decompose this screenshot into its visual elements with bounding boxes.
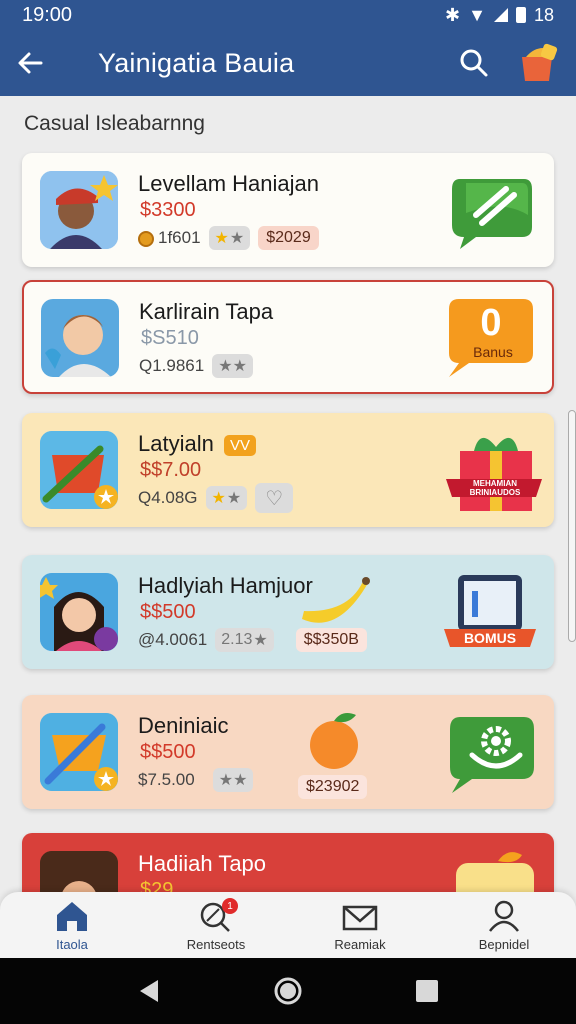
search-button[interactable] (446, 35, 502, 91)
notification-badge: 1 (222, 898, 238, 914)
game-card[interactable]: Levellam Haniajan $3300 1f601 ★ ★ $2029 (22, 153, 554, 267)
nav-label: Itaola (56, 936, 88, 952)
recents-square-icon[interactable] (414, 978, 440, 1004)
home-circle-icon[interactable] (273, 976, 303, 1006)
gift-box-icon: MEHAMIAN BRINIAUDOS (446, 437, 542, 511)
card-code: $7.5.00 (138, 770, 195, 789)
card-meta: 1f601 ★ ★ $2029 (138, 225, 319, 251)
back-button[interactable] (0, 30, 60, 96)
section-title: Casual Isleabarnng (24, 112, 205, 135)
nav-label: Bepnidel (478, 936, 530, 952)
avatar (41, 299, 119, 377)
bonus-badge-icon: 0 Banus (449, 299, 533, 377)
peach-icon (310, 713, 358, 769)
app-bar: Yainigatia Bauia (0, 30, 576, 96)
rating-stars: ★★ (205, 486, 248, 510)
level-badge: VV (223, 434, 256, 456)
card-code: Q1.9861 (139, 356, 205, 375)
bonus-number: 0 (480, 302, 501, 344)
page-title: Yainigatia Bauia (98, 47, 295, 78)
bonus-button[interactable]: 0 Banus (441, 293, 537, 383)
support-button[interactable] (442, 707, 538, 797)
battery-level: 18 (533, 4, 554, 25)
bottom-nav: Itaola 1 Rentseots Reamiak Bepnidel (0, 892, 576, 958)
play-button[interactable] (442, 165, 538, 255)
gift-label: MEHAMIAN BRINIAUDOS (469, 479, 521, 497)
shop-bag-button[interactable] (510, 35, 566, 91)
arrow-left-icon (18, 52, 43, 74)
heart-icon: ♡ (265, 487, 284, 510)
avatar (40, 573, 118, 651)
card-code: @4.0061 (138, 630, 208, 649)
card-title: Hadiiah Tapo (138, 851, 267, 876)
signal-icon (493, 8, 508, 22)
scrollbar[interactable] (568, 410, 576, 642)
nav-item-mail[interactable]: Reamiak (288, 892, 432, 958)
favorite-button[interactable]: ♡ (255, 483, 294, 513)
game-thumbnail (40, 431, 118, 509)
avatar (40, 171, 118, 249)
game-thumbnail (40, 713, 118, 791)
nav-label: Rentseots (186, 936, 246, 952)
bluetooth-icon: ✱ (445, 4, 461, 25)
rating-stars: ★★ (208, 226, 251, 250)
search-icon (460, 49, 488, 77)
settings-chat-icon (450, 717, 534, 793)
mail-icon (342, 905, 378, 930)
nav-item-home[interactable]: Itaola (0, 892, 144, 958)
coin-icon (138, 230, 154, 247)
price-chip: $$350B (295, 628, 367, 652)
status-bar: 19:00 ✱ ▼ 18 (0, 0, 576, 30)
status-icons: ✱ ▼ 18 (445, 5, 554, 26)
card-meta: Q4.08G ★ ★ ♡ (138, 483, 294, 513)
game-card[interactable]: Karlirain Tapa $S510 Q1.9861 ★★ 0 Banus (22, 280, 554, 394)
card-price: $3300 (140, 199, 196, 221)
card-title-row: Latyialn VV (138, 431, 256, 457)
bonus-label: Banus (473, 344, 513, 360)
price-chip: $23902 (298, 775, 368, 799)
price-chip: $2029 (258, 226, 319, 250)
game-card[interactable]: Deniniaic $$500 $7.5.00 ★★ $23902 (22, 695, 554, 809)
system-nav-bar (0, 958, 576, 1024)
bonus-label: BOMUS (464, 630, 516, 646)
card-price: $$500 (140, 601, 196, 623)
home-icon (57, 901, 87, 931)
rating-stars: 2.13 ★ (215, 628, 274, 652)
nav-item-profile[interactable]: Bepnidel (432, 892, 576, 958)
rating-stars: ★★ (212, 354, 253, 378)
card-meta: $7.5.00 ★★ (138, 767, 254, 793)
shopping-bag-icon (522, 43, 558, 81)
card-meta: Q1.9861 ★★ (139, 353, 253, 379)
nav-label: Reamiak (334, 936, 386, 952)
person-icon (489, 900, 519, 932)
gift-button[interactable]: MEHAMIAN BRINIAUDOS (444, 425, 542, 515)
card-price: $$500 (140, 741, 196, 763)
battery-icon (515, 7, 526, 23)
game-card[interactable]: Hadlyiah Hamjuor $$500 @4.0061 2.13 ★ $$3… (22, 555, 554, 669)
card-title: Karlirain Tapa (139, 299, 274, 324)
card-title: Deniniaic (138, 713, 229, 738)
nav-item-search[interactable]: 1 Rentseots (144, 892, 288, 958)
status-time: 19:00 (22, 3, 73, 26)
game-controller-icon (452, 179, 532, 249)
bonus-button[interactable]: BOMUS (442, 567, 538, 657)
card-code: Q4.08G (138, 488, 198, 507)
banana-icon (302, 577, 370, 623)
bonus-tablet-icon: BOMUS (444, 575, 536, 647)
card-title: Latyialn (138, 431, 214, 456)
wifi-icon: ▼ (468, 4, 486, 25)
card-title: Hadlyiah Hamjuor (138, 573, 313, 598)
card-title: Levellam Haniajan (138, 171, 319, 196)
back-triangle-icon[interactable] (136, 978, 162, 1004)
card-price: $$7.00 (140, 459, 202, 481)
game-card[interactable]: Latyialn VV $$7.00 Q4.08G ★ ★ ♡ MEHAMIAN … (22, 413, 554, 527)
card-price: $S510 (141, 327, 199, 349)
coin-count: 1f601 (138, 228, 201, 248)
rating-stars: ★★ (212, 768, 254, 792)
